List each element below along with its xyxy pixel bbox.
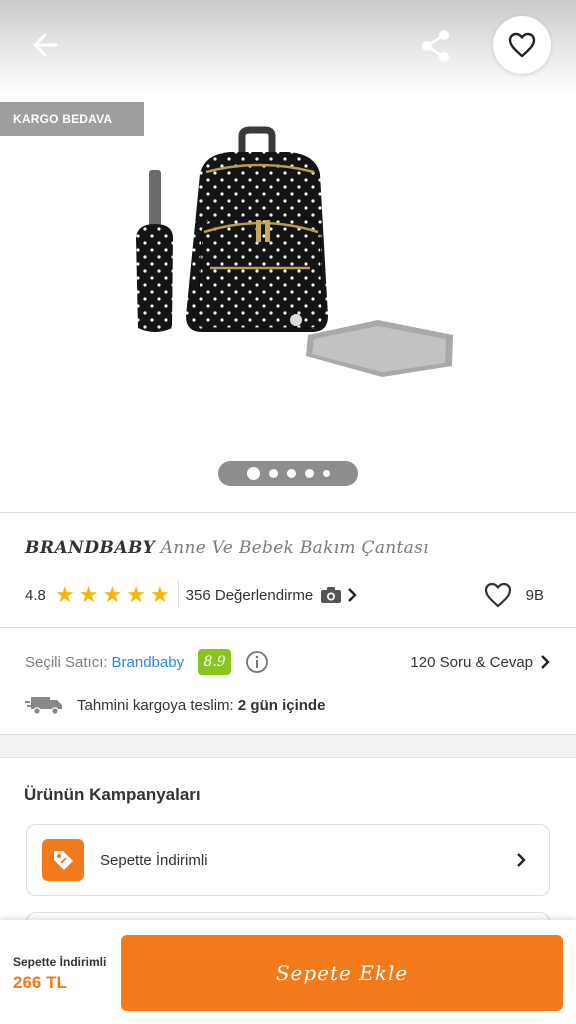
truck-icon bbox=[25, 697, 62, 715]
share-button[interactable] bbox=[414, 24, 458, 68]
pagination-dot[interactable] bbox=[286, 469, 296, 478]
product-brand[interactable]: BRANDBABY bbox=[25, 538, 155, 558]
rating-value: 4.8 bbox=[25, 586, 46, 604]
product-image[interactable] bbox=[120, 120, 465, 390]
product-name: Anne Ve Bebek Bakım Çantası bbox=[160, 538, 429, 558]
rating-stars: ★ ★ ★ ★ ★ bbox=[55, 584, 170, 606]
star-icon: ★ bbox=[78, 582, 99, 607]
seller-name-link[interactable]: Brandbaby bbox=[112, 654, 185, 671]
pagination-dot[interactable] bbox=[268, 469, 278, 478]
star-icon: ★ bbox=[55, 582, 75, 607]
chevron-right-icon bbox=[517, 853, 526, 867]
pagination-dot[interactable] bbox=[246, 467, 260, 480]
product-title: BRANDBABY Anne Ve Bebek Bakım Çantası bbox=[25, 538, 429, 558]
camera-icon bbox=[320, 586, 342, 604]
chevron-right-icon bbox=[541, 655, 550, 669]
back-button[interactable] bbox=[22, 24, 68, 66]
price-label: Sepette İndirimli bbox=[13, 955, 107, 969]
reviews-link[interactable]: 356 Değerlendirme bbox=[186, 587, 314, 604]
divider bbox=[177, 581, 179, 609]
seller-row: Seçili Satıcı: Brandbaby 8.9 120 Soru & … bbox=[25, 648, 555, 676]
delivery-label: Tahmini kargoya teslim: bbox=[77, 696, 234, 714]
favorite-button[interactable] bbox=[493, 16, 551, 74]
chevron-right-icon[interactable] bbox=[346, 587, 358, 603]
campaign-label: Sepette İndirimli bbox=[100, 851, 208, 869]
campaign-item[interactable]: Sepette İndirimli bbox=[26, 824, 550, 896]
star-icon: ★ bbox=[102, 582, 123, 607]
add-to-cart-button[interactable]: Sepete Ekle bbox=[121, 935, 563, 1011]
star-icon: ★ bbox=[126, 582, 146, 607]
seller-label: Seçili Satıcı: bbox=[25, 653, 108, 671]
heart-outline-icon bbox=[508, 32, 536, 58]
seller-score-badge: 8.9 bbox=[198, 649, 232, 675]
price-value: 266 TL bbox=[13, 973, 67, 992]
rating-row: 4.8 ★ ★ ★ ★ ★ 356 Değerlendirme 9B bbox=[25, 580, 555, 610]
share-icon bbox=[422, 30, 449, 62]
delivery-row: Tahmini kargoya teslim: 2 gün içinde bbox=[25, 692, 325, 718]
delivery-estimate: Tahmini kargoya teslim: 2 gün içinde bbox=[77, 697, 325, 714]
star-icon: ★ bbox=[149, 582, 170, 607]
delivery-value: 2 gün içinde bbox=[237, 696, 326, 714]
qa-label: 120 Soru & Cevap bbox=[410, 653, 533, 671]
info-icon[interactable] bbox=[245, 650, 269, 674]
bottom-action-bar: Sepette İndirimli 266 TL Sepete Ekle bbox=[0, 920, 576, 1024]
divider bbox=[0, 512, 576, 513]
like-count: 9B bbox=[525, 586, 544, 604]
questions-answers-link[interactable]: 120 Soru & Cevap bbox=[410, 648, 551, 676]
arrow-left-icon bbox=[33, 33, 58, 57]
gallery-pagination[interactable] bbox=[218, 461, 358, 486]
header-gradient bbox=[0, 0, 576, 95]
like-counter[interactable]: 9B bbox=[484, 580, 544, 610]
heart-outline-icon[interactable] bbox=[484, 582, 512, 608]
product-gallery[interactable]: KARGO BEDAVA bbox=[0, 0, 576, 512]
divider bbox=[0, 627, 576, 628]
section-separator bbox=[0, 734, 576, 758]
tag-icon bbox=[42, 839, 84, 881]
pagination-dot[interactable] bbox=[304, 469, 314, 478]
pagination-dot[interactable] bbox=[322, 470, 330, 477]
campaigns-title: Ürünün Kampanyaları bbox=[24, 785, 201, 804]
